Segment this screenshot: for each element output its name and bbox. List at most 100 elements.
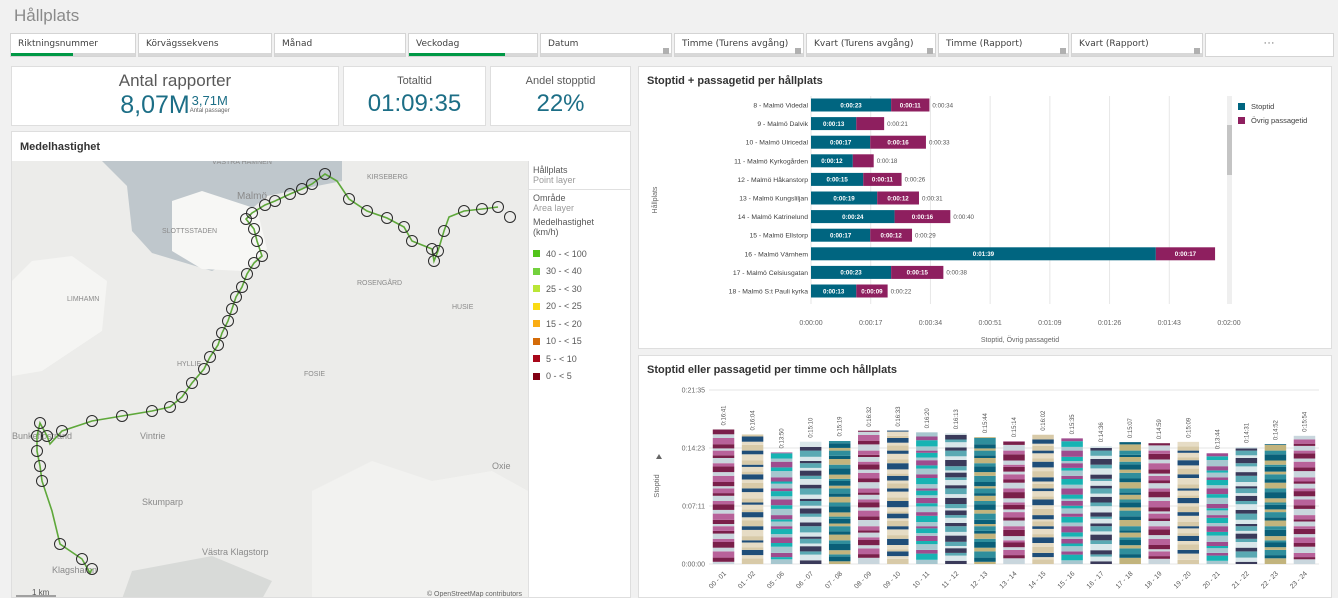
bar-segment [1032, 552, 1054, 558]
column-total-label: 0:16:41 [722, 405, 728, 426]
stacked-column [1206, 453, 1229, 564]
stacked-column [741, 434, 764, 564]
bar-segment [858, 530, 880, 533]
bar-segment [1032, 526, 1054, 529]
bar-segment [741, 436, 764, 442]
bar-segment [1206, 546, 1229, 549]
bar-segment [1148, 483, 1170, 489]
filter-timme-turens-avgång[interactable]: Timme (Turens avgång) [674, 33, 804, 57]
bar-segment [945, 477, 967, 480]
chart1-svg[interactable]: 0:00:00 0:00:17 0:00:34 0:00:51 0:01:09 0:01:… [639, 67, 1333, 350]
bar-segment [712, 488, 735, 494]
kpi-antal-rapporter[interactable]: Antal rapporter 8,07M 3,71M Antal passag… [11, 66, 339, 126]
x-tick-label: 10 - 11 [912, 570, 932, 590]
kpi-totaltid[interactable]: Totaltid 01:09:35 [343, 66, 486, 126]
bar-segment [1235, 551, 1258, 558]
bar-segment [1235, 542, 1258, 548]
bar-segment [916, 468, 938, 475]
bar-segment [887, 529, 909, 536]
column-total-label: 0:15:35 [1070, 414, 1076, 435]
bar-segment [916, 446, 938, 451]
bar-segment [828, 516, 851, 519]
bar-segment [1061, 463, 1083, 468]
bar-segment [1119, 507, 1141, 511]
bar-segment [858, 431, 880, 435]
kpi-value: 8,07M [120, 91, 190, 119]
stacked-column [799, 441, 822, 564]
filter-timme-rapport[interactable]: Timme (Rapport) [938, 33, 1069, 57]
filter-veckodag[interactable]: Veckodag [408, 33, 538, 57]
filter-datum[interactable]: Datum [540, 33, 672, 57]
map-canvas[interactable]: VÄSTRA HAMNEN Malmö KIRSEBERG SLOTTSSTADEN R… [12, 161, 528, 598]
filter-label: Riktningsnummer [18, 39, 98, 49]
bar-segment [1061, 532, 1083, 537]
bar-value-label: 0:00:15 [826, 177, 848, 184]
bar-segment [1148, 488, 1170, 492]
bar-segment [1148, 445, 1170, 451]
bar-segment [828, 540, 851, 544]
stacked-column [1293, 435, 1316, 564]
bar-total-label: 0:00:34 [932, 102, 953, 109]
bar-segment [858, 526, 880, 531]
bar-segment [770, 481, 793, 484]
bar-segment [1235, 538, 1258, 542]
bar-segment [1235, 455, 1258, 458]
bar-segment [1032, 483, 1054, 489]
legend-swatch [533, 337, 540, 345]
map-svg[interactable]: VÄSTRA HAMNENMalmöKIRSEBERGSLOTTSSTADENR… [12, 161, 528, 598]
bar-segment [770, 559, 793, 564]
bar-segment [887, 501, 909, 508]
bar-segment [1177, 526, 1200, 529]
filter-kvart-turens-avgång[interactable]: Kvart (Turens avgång) [806, 33, 936, 57]
bar-segment [712, 533, 735, 539]
bar-segment [1148, 443, 1170, 446]
legend-label: 30 - < 40 [546, 266, 582, 277]
bar-segment [1090, 516, 1112, 519]
kpi-andel-stopptid[interactable]: Andel stopptid 22% [490, 66, 631, 126]
bar-segment [1264, 492, 1287, 499]
bar-segment [887, 435, 909, 438]
filter-more-button[interactable]: ··· [1205, 33, 1334, 57]
bar-segment [799, 546, 822, 552]
filter-label: Kvart (Rapport) [1079, 39, 1149, 49]
filter-label: Kvart (Turens avgång) [814, 39, 914, 49]
filter-månad[interactable]: Månad [274, 33, 406, 57]
filter-körvägssekvens[interactable]: Körvägssekvens [138, 33, 272, 57]
bar-segment [887, 463, 909, 470]
bar-segment [1206, 494, 1229, 498]
bar-segment [741, 492, 764, 499]
filter-label: Veckodag [416, 39, 460, 49]
bar-segment [1264, 450, 1287, 455]
bar-segment [1206, 480, 1229, 486]
bar-segment [1177, 528, 1200, 534]
filter-kvart-rapport[interactable]: Kvart (Rapport) [1071, 33, 1203, 57]
bar-segment [887, 431, 909, 436]
stacked-column [828, 441, 851, 564]
legend-layer-area-title: Område [533, 193, 566, 203]
map-place-label: LIMHAMN [67, 296, 99, 303]
bar-segment [1003, 454, 1025, 461]
bar-value-label: 0:00:12 [880, 233, 902, 240]
bar-segment [1090, 502, 1112, 507]
chart2-svg[interactable]: 0:00:00 0:07:11 0:14:23 0:21:35 Stoptid 0:16:… [639, 356, 1333, 598]
bar-segment [1148, 480, 1170, 484]
filter-riktningsnummer[interactable]: Riktningsnummer [10, 33, 136, 57]
bar-segment [1148, 453, 1170, 460]
bar-segment [799, 554, 822, 561]
bar-segment [1061, 446, 1083, 451]
bar-segment [1206, 541, 1229, 546]
bar-segment [1264, 488, 1287, 493]
map-place-label: ROSENGÅRD [357, 278, 402, 287]
bar-segment [887, 445, 909, 451]
bar-segment [887, 535, 909, 539]
bus-stop-marker[interactable] [504, 211, 516, 223]
bar-segment [1119, 450, 1141, 455]
bar-segment [916, 506, 938, 513]
bar-segment [1090, 523, 1112, 527]
map-place-label: Skumparp [142, 497, 183, 507]
bar-segment [858, 492, 880, 495]
bar-value-label: 0:00:09 [861, 288, 883, 295]
legend-item: 15 - < 20 [533, 315, 628, 333]
bar-segment [1003, 555, 1025, 559]
chart1-scrollbar-thumb[interactable] [1227, 125, 1232, 175]
